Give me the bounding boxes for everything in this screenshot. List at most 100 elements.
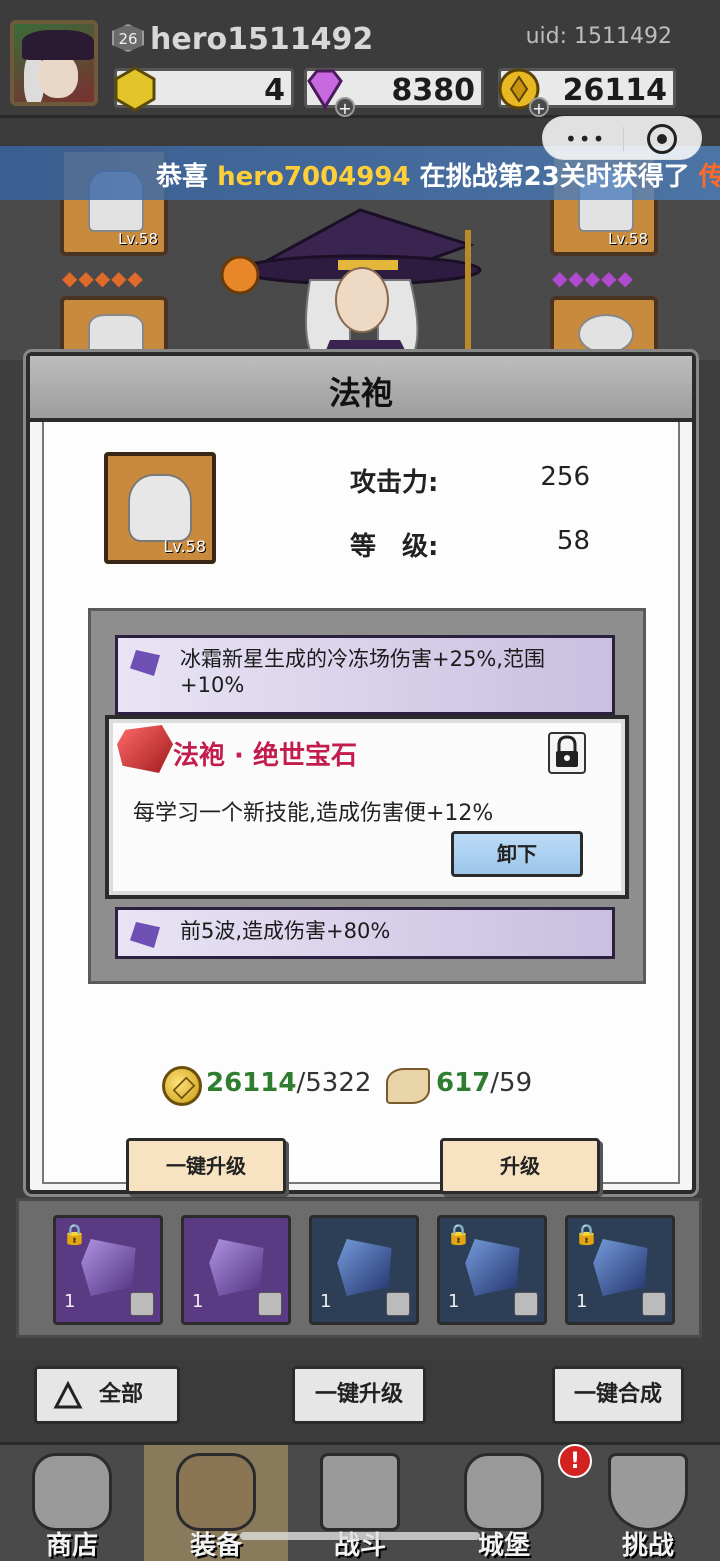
robe-icon bbox=[128, 474, 192, 542]
cape-type-icon bbox=[386, 1292, 410, 1316]
gem-cell[interactable]: 🔒 1 bbox=[437, 1215, 547, 1325]
nav-castle[interactable]: 城堡 bbox=[432, 1445, 576, 1561]
blue-gem-icon bbox=[593, 1239, 648, 1296]
nav-shop[interactable]: 商店 bbox=[0, 1445, 144, 1561]
gem-inventory-grid: 🔒 1 1 1 🔒 1 🔒 1 bbox=[16, 1198, 702, 1338]
nav-battle-label: 战斗 bbox=[333, 1531, 386, 1561]
red-gem-icon bbox=[117, 725, 173, 773]
player-level-badge: 26 bbox=[112, 24, 144, 52]
notification-badge: ! bbox=[558, 1444, 592, 1478]
gold-have: 26114 bbox=[206, 1068, 297, 1098]
add-gems-button[interactable]: + bbox=[335, 97, 355, 118]
scroll-icon bbox=[386, 1068, 430, 1104]
witch-character-illustration bbox=[220, 208, 482, 360]
nav-equip-label: 装备 bbox=[189, 1531, 242, 1561]
dialog-title: 法袍 bbox=[328, 374, 393, 412]
lock-icon: 🔒 bbox=[574, 1222, 599, 1246]
add-gold-button[interactable]: + bbox=[529, 97, 549, 118]
left-rarity-diamonds: ◆◆◆◆◆ bbox=[62, 266, 144, 290]
gem-count: 1 bbox=[320, 1291, 332, 1312]
lock-icon[interactable] bbox=[547, 731, 587, 775]
unequip-button[interactable]: 卸下 bbox=[451, 831, 583, 877]
gem-cell[interactable]: 1 bbox=[309, 1215, 419, 1325]
ring-icon bbox=[578, 314, 634, 354]
dialog-header: 法袍 bbox=[30, 356, 692, 422]
slot-level: Lv.58 bbox=[118, 230, 158, 248]
gold-cost: 26114/5322 bbox=[206, 1068, 371, 1098]
purple-gem-icon bbox=[209, 1239, 264, 1296]
lock-icon: 🔒 bbox=[62, 1222, 87, 1246]
right-rarity-diamonds: ◆◆◆◆◆ bbox=[552, 266, 634, 290]
purple-gem-icon bbox=[130, 922, 160, 948]
nav-equip[interactable]: 装备 bbox=[144, 1445, 288, 1561]
energy-resource: 4 bbox=[114, 66, 294, 112]
bulk-combine-button[interactable]: 一键合成 bbox=[552, 1366, 684, 1424]
scroll-have: 617 bbox=[436, 1068, 491, 1098]
cape-type-icon bbox=[514, 1292, 538, 1316]
purple-gem-icon bbox=[81, 1239, 136, 1296]
gem-count: 1 bbox=[448, 1291, 460, 1312]
gem-count: 1 bbox=[64, 1291, 76, 1312]
blue-gem-icon bbox=[465, 1239, 520, 1296]
purple-gem-icon bbox=[130, 650, 160, 676]
gem-resource: + 8380 bbox=[304, 68, 484, 118]
bottom-nav: 商店 装备 战斗 城堡 挑战 bbox=[0, 1442, 720, 1561]
nav-castle-label: 城堡 bbox=[477, 1531, 530, 1561]
gem-count: 1 bbox=[192, 1291, 204, 1312]
bulk-upgrade-button[interactable]: 一键升级 bbox=[292, 1366, 426, 1424]
gem-name: 法袍 · 绝世宝石 bbox=[173, 741, 357, 771]
level-label: 等 级: bbox=[350, 532, 439, 562]
announcement-tail: 传 bbox=[698, 162, 720, 192]
home-indicator[interactable] bbox=[240, 1532, 480, 1540]
announcement-player: hero7004994 bbox=[217, 162, 411, 192]
dialog-body: Lv.58 攻击力: 256 等 级: 58 冰霜新星生成的冷冻场伤害+25%,… bbox=[42, 422, 680, 1194]
gem-effect-text: 冰霜新星生成的冷冻场伤害+25%,范围+10% bbox=[180, 647, 545, 697]
upgrade-button[interactable]: 升级 bbox=[440, 1138, 600, 1194]
filter-all-label: 全部 bbox=[99, 1382, 144, 1407]
boot-type-icon bbox=[642, 1292, 666, 1316]
shop-hut-icon bbox=[32, 1453, 112, 1531]
top-bar: 26 hero1511492 uid: 1511492 4 + 8380 + 2… bbox=[0, 0, 720, 118]
character-stage: Lv.58 Lv.58 ◆◆◆◆◆ ◆◆◆◆◆ bbox=[0, 148, 720, 366]
miniprogram-capsule: ••• bbox=[542, 116, 702, 160]
nav-battle[interactable]: 战斗 bbox=[288, 1445, 432, 1561]
gold-resource: + 26114 bbox=[498, 68, 676, 118]
level-value: 58 bbox=[556, 526, 590, 556]
scroll-need: /59 bbox=[490, 1068, 533, 1098]
shield-icon bbox=[608, 1453, 688, 1531]
slot-level: Lv.58 bbox=[608, 230, 648, 248]
gold-value: 26114 bbox=[562, 73, 667, 108]
filter-all-button[interactable]: 全部 bbox=[34, 1366, 180, 1424]
gold-need: /5322 bbox=[296, 1068, 372, 1098]
announcement-middle: 在挑战第23关时获得了 bbox=[410, 162, 699, 192]
gem-effect-row[interactable]: 前5波,造成伤害+80% bbox=[115, 907, 615, 959]
ring-type-icon bbox=[258, 1292, 282, 1316]
item-icon: Lv.58 bbox=[104, 452, 216, 564]
backpack-icon bbox=[176, 1453, 256, 1531]
more-dots-icon[interactable]: ••• bbox=[565, 127, 606, 151]
gem-count: 1 bbox=[576, 1291, 588, 1312]
blue-gem-icon bbox=[337, 1239, 392, 1296]
gem-cell[interactable]: 1 bbox=[181, 1215, 291, 1325]
gem-cell[interactable]: 🔒 1 bbox=[565, 1215, 675, 1325]
hexagon-crystal-icon bbox=[114, 66, 156, 112]
announcement-prefix: 恭喜 bbox=[156, 162, 218, 192]
energy-value: 4 bbox=[264, 73, 285, 108]
cape-icon bbox=[88, 314, 144, 354]
ring-type-icon bbox=[130, 1292, 154, 1316]
gem-effect-text: 前5波,造成伤害+80% bbox=[180, 919, 391, 943]
triangle-filter-icon bbox=[53, 1381, 83, 1409]
crossed-swords-icon bbox=[320, 1453, 400, 1531]
gem-socket-panel: 冰霜新星生成的冷冻场伤害+25%,范围+10% 法袍 · 绝世宝石 每学习一个新… bbox=[88, 608, 646, 984]
item-level: Lv.58 bbox=[163, 537, 206, 556]
scroll-cost: 617/59 bbox=[436, 1068, 532, 1098]
upgrade-all-button[interactable]: 一键升级 bbox=[126, 1138, 286, 1194]
gem-value: 8380 bbox=[391, 73, 476, 108]
nav-challenge[interactable]: 挑战 bbox=[576, 1445, 720, 1561]
gold-coin-icon bbox=[162, 1066, 202, 1106]
player-avatar[interactable] bbox=[10, 20, 98, 106]
gem-cell[interactable]: 🔒 1 bbox=[53, 1215, 163, 1325]
item-detail-dialog: 法袍 Lv.58 攻击力: 256 等 级: 58 冰霜新星生成的冷冻场伤害+2… bbox=[26, 352, 696, 1194]
close-target-icon[interactable] bbox=[647, 124, 677, 154]
gem-effect-row[interactable]: 冰霜新星生成的冷冻场伤害+25%,范围+10% bbox=[115, 635, 615, 715]
